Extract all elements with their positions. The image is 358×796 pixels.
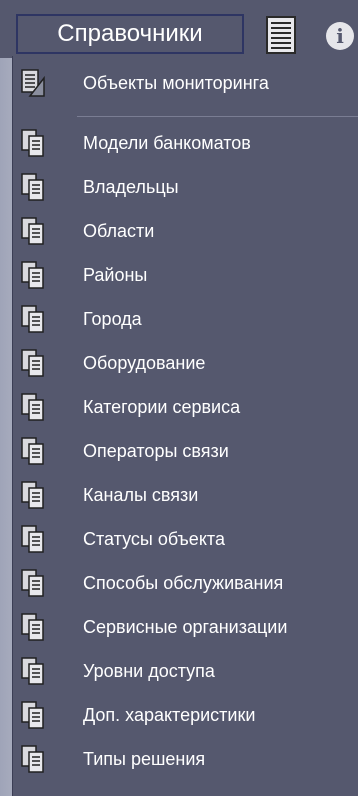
menu-item-owners[interactable]: Владельцы bbox=[13, 168, 358, 208]
menu-item-label: Оборудование bbox=[83, 353, 206, 373]
reference-book-icon bbox=[21, 701, 44, 729]
menu-item-label: Модели банкоматов bbox=[83, 133, 251, 153]
reference-book-icon bbox=[21, 129, 44, 157]
menu-item-access-levels[interactable]: Уровни доступа bbox=[13, 652, 358, 692]
menu-item-service-categories[interactable]: Категории сервиса bbox=[13, 388, 358, 428]
list-document-icon[interactable] bbox=[266, 16, 296, 54]
menu-item-label: Способы обслуживания bbox=[83, 573, 284, 593]
info-icon[interactable]: i bbox=[326, 22, 354, 50]
menu-item-atm-models[interactable]: Модели банкоматов bbox=[13, 124, 358, 164]
page: Справочники i Объекты мониторинга Модели… bbox=[0, 0, 358, 796]
directories-dropdown: Объекты мониторинга Модели банкоматов Вл… bbox=[12, 56, 358, 796]
monitoring-objects-icon bbox=[21, 69, 45, 97]
menu-item-service-organizations[interactable]: Сервисные организации bbox=[13, 608, 358, 648]
menu-separator bbox=[77, 116, 358, 117]
menu-item-equipment[interactable]: Оборудование bbox=[13, 344, 358, 384]
directories-menu-button[interactable]: Справочники bbox=[16, 14, 244, 54]
menu-item-label: Статусы объекта bbox=[83, 529, 225, 549]
menu-item-label: Операторы связи bbox=[83, 441, 229, 461]
menu-item-additional-characteristics[interactable]: Доп. характеристики bbox=[13, 696, 358, 736]
menu-item-monitoring-objects[interactable]: Объекты мониторинга bbox=[13, 64, 358, 104]
menu-item-label: Категории сервиса bbox=[83, 397, 241, 417]
menu-bar: Справочники i bbox=[0, 0, 358, 58]
reference-book-icon bbox=[21, 525, 44, 553]
reference-book-icon bbox=[21, 349, 44, 377]
reference-book-icon bbox=[21, 305, 44, 333]
menu-item-label: Области bbox=[83, 221, 155, 241]
menu-item-label: Объекты мониторинга bbox=[83, 73, 269, 93]
menu-item-label: Уровни доступа bbox=[83, 661, 215, 681]
menu-item-districts[interactable]: Районы bbox=[13, 256, 358, 296]
reference-book-icon bbox=[21, 437, 44, 465]
menu-item-label: Районы bbox=[83, 265, 148, 285]
reference-book-icon bbox=[21, 569, 44, 597]
reference-book-icon bbox=[21, 217, 44, 245]
reference-book-icon bbox=[21, 481, 44, 509]
menu-item-object-statuses[interactable]: Статусы объекта bbox=[13, 520, 358, 560]
menu-item-label: Доп. характеристики bbox=[83, 705, 256, 725]
menu-item-telecom-operators[interactable]: Операторы связи bbox=[13, 432, 358, 472]
menu-item-cities[interactable]: Города bbox=[13, 300, 358, 340]
menu-item-communication-channels[interactable]: Каналы связи bbox=[13, 476, 358, 516]
menu-item-label: Типы решения bbox=[83, 749, 206, 769]
menu-item-label: Каналы связи bbox=[83, 485, 199, 505]
menu-item-service-methods[interactable]: Способы обслуживания bbox=[13, 564, 358, 604]
menu-item-label: Владельцы bbox=[83, 177, 179, 197]
menu-item-solution-types[interactable]: Типы решения bbox=[13, 740, 358, 780]
menu-item-label: Города bbox=[83, 309, 142, 329]
reference-book-icon bbox=[21, 657, 44, 685]
reference-book-icon bbox=[21, 261, 44, 289]
menu-item-regions[interactable]: Области bbox=[13, 212, 358, 252]
reference-book-icon bbox=[21, 393, 44, 421]
reference-book-icon bbox=[21, 745, 44, 773]
reference-book-icon bbox=[21, 613, 44, 641]
menu-item-label: Сервисные организации bbox=[83, 617, 288, 637]
reference-book-icon bbox=[21, 173, 44, 201]
